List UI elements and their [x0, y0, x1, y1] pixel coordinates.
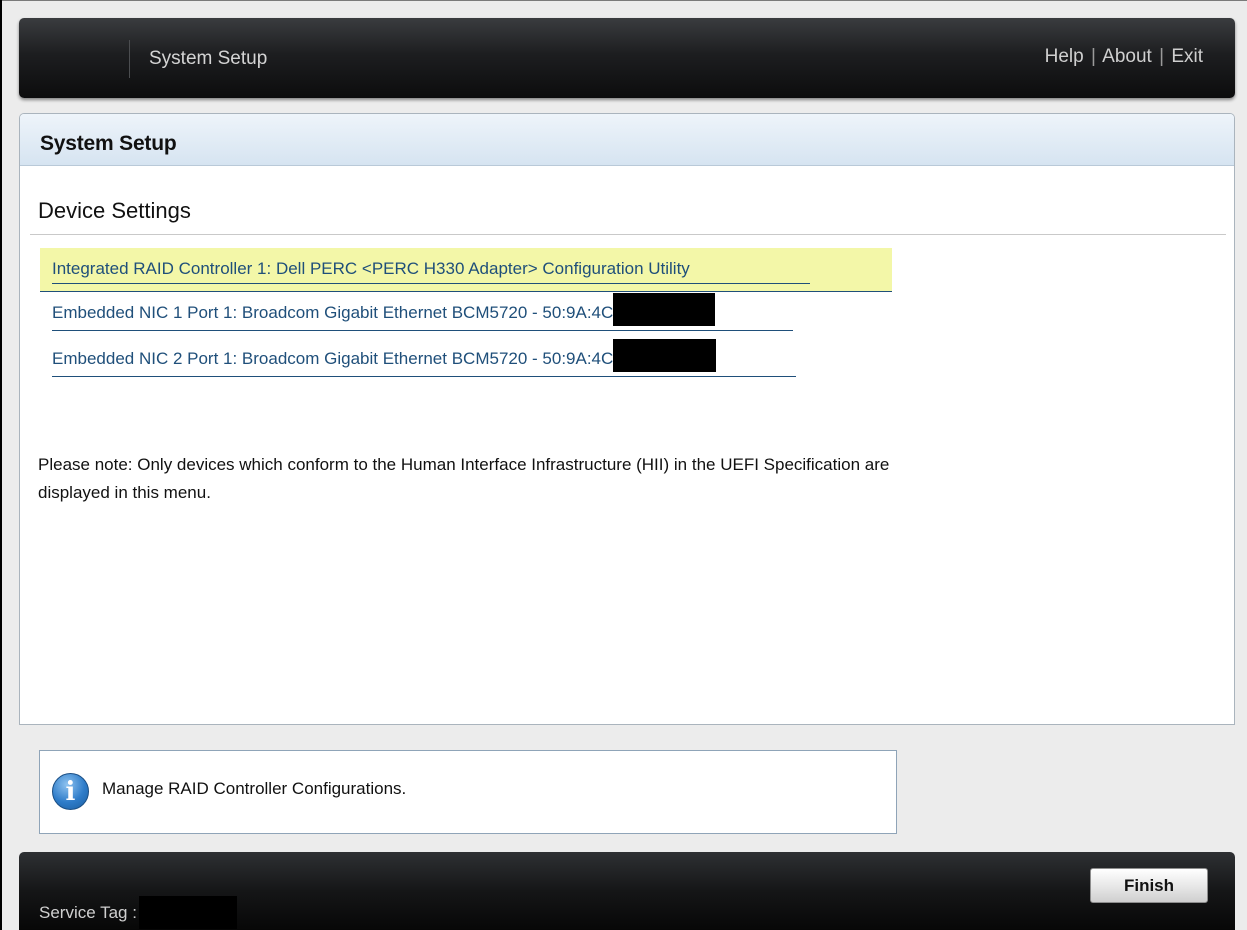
section-title: Device Settings: [38, 198, 191, 223]
top-header-bar: System Setup Help | About | Exit: [19, 18, 1235, 98]
device-link-nic-1[interactable]: Embedded NIC 1 Port 1: Broadcom Gigabit …: [52, 293, 793, 331]
info-icon: i: [52, 773, 89, 810]
device-link-label: Embedded NIC 2 Port 1: Broadcom Gigabit …: [52, 348, 614, 368]
redacted-mac-suffix: [613, 293, 716, 326]
help-text: Manage RAID Controller Configurations.: [102, 779, 407, 798]
page-title: System Setup: [40, 132, 177, 155]
app-title: System Setup: [149, 48, 268, 69]
header-divider: [129, 40, 130, 78]
help-link[interactable]: Help: [1045, 46, 1084, 67]
main-panel: System Setup Device Settings Integrated …: [19, 113, 1235, 725]
window-top-border: [0, 0, 1247, 1]
redacted-mac-suffix: [613, 339, 717, 372]
about-link[interactable]: About: [1102, 46, 1152, 67]
header-links: Help | About | Exit: [1045, 46, 1203, 68]
panel-header: System Setup: [20, 114, 1234, 166]
service-tag: Service Tag :: [39, 896, 237, 929]
window-left-border: [0, 0, 2, 930]
section-divider: [30, 234, 1226, 235]
link-separator: |: [1159, 46, 1165, 67]
service-tag-label: Service Tag :: [39, 902, 137, 922]
link-separator: |: [1090, 46, 1096, 67]
device-link-label: Integrated RAID Controller 1: Dell PERC …: [52, 259, 690, 278]
device-link-nic-2[interactable]: Embedded NIC 2 Port 1: Broadcom Gigabit …: [52, 339, 796, 377]
device-link-label: Embedded NIC 1 Port 1: Broadcom Gigabit …: [52, 302, 614, 322]
redacted-service-tag: [138, 896, 237, 929]
finish-button[interactable]: Finish: [1090, 868, 1208, 903]
bottom-bar: Service Tag : Finish: [19, 852, 1235, 930]
device-link-raid-controller[interactable]: Integrated RAID Controller 1: Dell PERC …: [52, 259, 810, 284]
exit-link[interactable]: Exit: [1171, 46, 1203, 67]
hii-note: Please note: Only devices which conform …: [38, 455, 890, 502]
help-box: i Manage RAID Controller Configurations.: [39, 750, 897, 834]
